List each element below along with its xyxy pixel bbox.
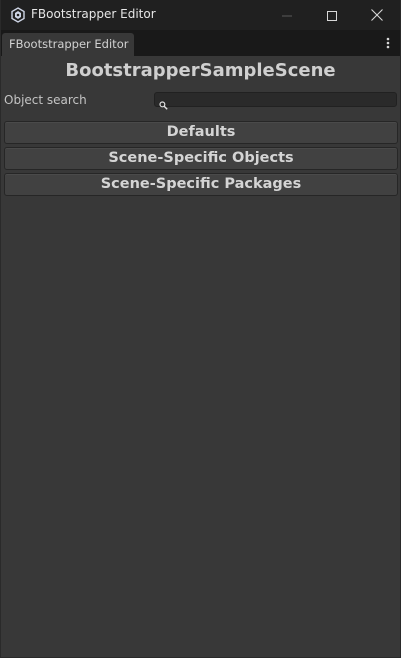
editor-window: FBootstrapper Editor FBootstrapper Edito… xyxy=(0,0,401,658)
kebab-menu-button[interactable] xyxy=(382,34,394,52)
close-button[interactable] xyxy=(354,0,400,30)
window-title: FBootstrapper Editor xyxy=(31,7,156,21)
title-bar[interactable]: FBootstrapper Editor xyxy=(1,0,400,30)
maximize-button[interactable] xyxy=(309,0,355,30)
search-icon xyxy=(159,95,168,110)
maximize-icon xyxy=(327,6,337,25)
defaults-button[interactable]: Defaults xyxy=(4,121,398,144)
tab-bar: FBootstrapper Editor xyxy=(1,30,400,56)
object-search-input[interactable] xyxy=(171,93,391,106)
scene-specific-packages-button[interactable]: Scene-Specific Packages xyxy=(4,173,398,196)
close-icon xyxy=(371,6,383,25)
object-search-field[interactable] xyxy=(154,92,397,110)
scene-title: BootstrapperSampleScene xyxy=(65,60,336,81)
kebab-menu-icon xyxy=(382,37,394,56)
object-search-label: Object search xyxy=(4,93,87,107)
minimize-icon xyxy=(282,6,292,25)
unity-icon xyxy=(10,7,26,23)
minimize-button[interactable] xyxy=(264,0,310,30)
tab-fbootstrapper-editor[interactable]: FBootstrapper Editor xyxy=(2,33,134,56)
scene-specific-objects-button[interactable]: Scene-Specific Objects xyxy=(4,147,398,170)
